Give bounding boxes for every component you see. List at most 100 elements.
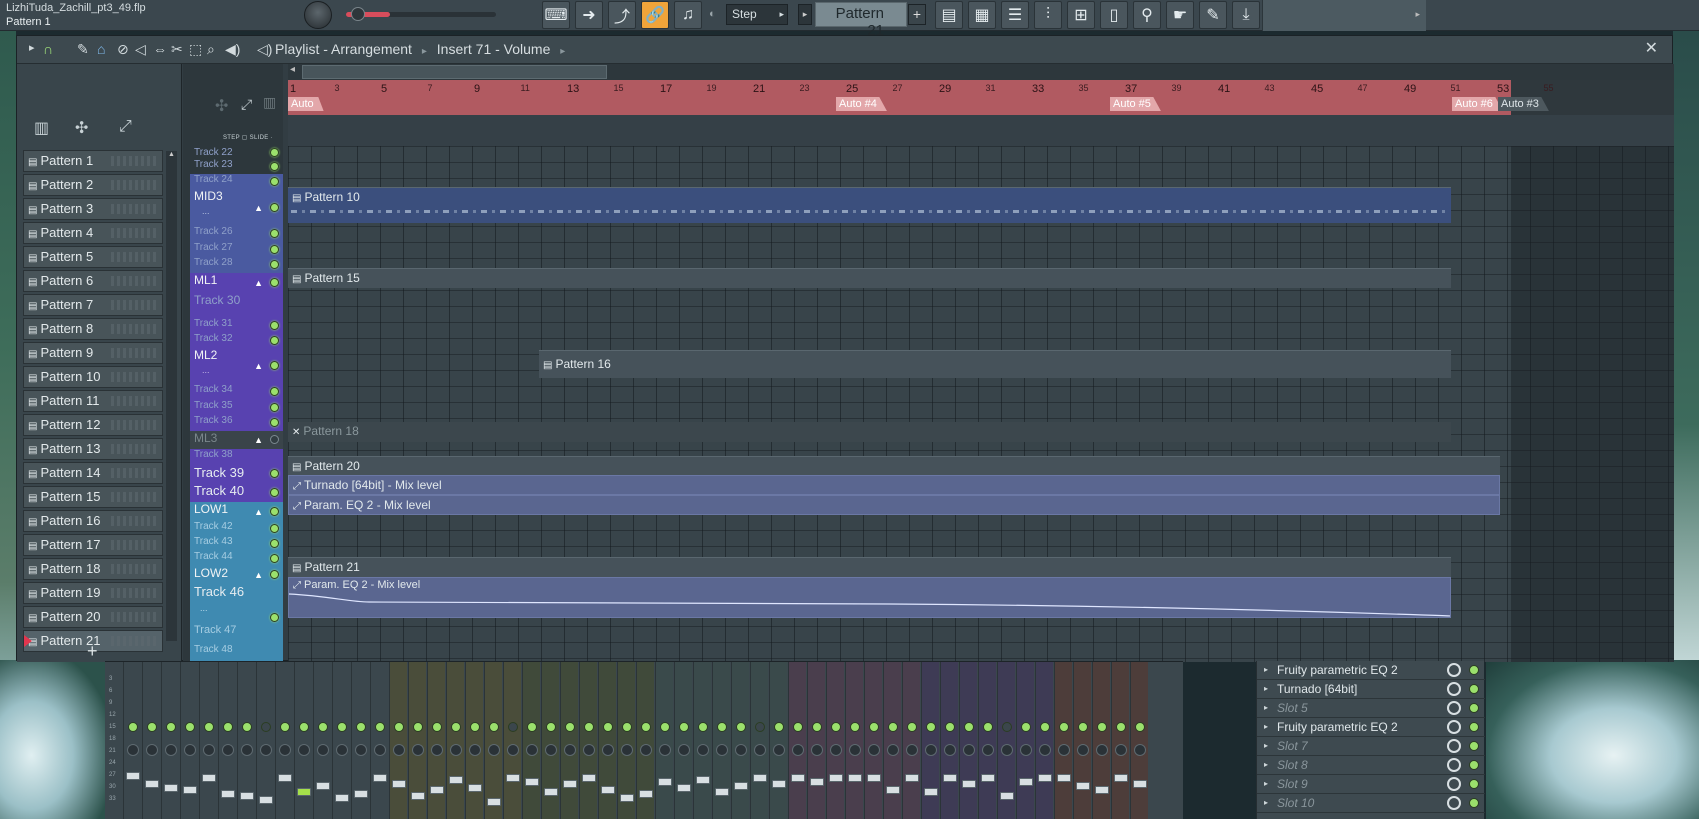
- volume-fader[interactable]: [373, 774, 387, 782]
- mixer-channel-strip[interactable]: [655, 662, 673, 819]
- channel-enable-led[interactable]: [527, 722, 537, 732]
- picker-pattern-item[interactable]: ▤ Pattern 5: [23, 246, 163, 268]
- channel-enable-led[interactable]: [280, 722, 290, 732]
- fx-slot[interactable]: ▸ Fruity parametric EQ 2: [1257, 661, 1485, 680]
- slice-tool-icon[interactable]: ✂: [171, 41, 183, 58]
- slot-menu-arrow-icon[interactable]: ▸: [1264, 756, 1268, 774]
- channel-enable-led[interactable]: [1116, 722, 1126, 732]
- volume-fader[interactable]: [601, 786, 615, 794]
- mixer-channel-strip[interactable]: [142, 662, 160, 819]
- playlist-icon[interactable]: ▤: [935, 1, 963, 29]
- channel-enable-led[interactable]: [774, 722, 784, 732]
- volume-fader[interactable]: [734, 782, 748, 790]
- mixer-channel-strip[interactable]: [731, 662, 749, 819]
- pan-knob[interactable]: [1096, 744, 1108, 756]
- pan-knob[interactable]: [1115, 744, 1127, 756]
- magnet-icon[interactable]: ∩: [43, 41, 53, 57]
- channel-enable-led[interactable]: [204, 722, 214, 732]
- channel-enable-led[interactable]: [812, 722, 822, 732]
- mixer-channel-strip[interactable]: [769, 662, 787, 819]
- mixer-channel-strip[interactable]: [484, 662, 502, 819]
- playback-tool-icon[interactable]: ◀): [225, 41, 240, 58]
- snap-select[interactable]: Step ▸: [726, 4, 788, 25]
- mixer-channel-strip[interactable]: [693, 662, 711, 819]
- track-group-ml2[interactable]: ML2... ▲: [190, 348, 283, 384]
- pan-knob[interactable]: [754, 744, 766, 756]
- browser-icon[interactable]: ⊞: [1067, 1, 1095, 29]
- close-icon[interactable]: ✕: [1645, 38, 1658, 58]
- channel-enable-led[interactable]: [261, 722, 271, 732]
- channel-enable-led[interactable]: [736, 722, 746, 732]
- picker-add-button[interactable]: +: [87, 641, 98, 662]
- track-header[interactable]: Track 27: [190, 242, 283, 257]
- pan-knob[interactable]: [1039, 744, 1051, 756]
- picker-pattern-item[interactable]: ▤ Pattern 2: [23, 174, 163, 196]
- mixer-channel-strip[interactable]: [864, 662, 882, 819]
- picker-scrollbar[interactable]: ▲: [166, 151, 177, 641]
- pan-knob[interactable]: [222, 744, 234, 756]
- picker-pattern-item[interactable]: ▤ Pattern 10: [23, 366, 163, 388]
- mixer-channel-strip[interactable]: [370, 662, 388, 819]
- channel-enable-led[interactable]: [375, 722, 385, 732]
- metronome-icon[interactable]: ♫: [674, 1, 702, 29]
- channel-enable-led[interactable]: [1040, 722, 1050, 732]
- volume-fader[interactable]: [259, 796, 273, 804]
- volume-fader[interactable]: [278, 774, 292, 782]
- volume-fader[interactable]: [772, 780, 786, 788]
- volume-fader[interactable]: [1076, 782, 1090, 790]
- mixer-channel-strip[interactable]: [465, 662, 483, 819]
- pan-knob[interactable]: [469, 744, 481, 756]
- mixer-channel-strip[interactable]: [845, 662, 863, 819]
- track-group-ml3[interactable]: ML3 ▲: [190, 431, 283, 449]
- pattern-prev-button[interactable]: ▸: [798, 4, 812, 25]
- arrow-right-icon[interactable]: ➜: [575, 1, 603, 29]
- channel-enable-led[interactable]: [945, 722, 955, 732]
- picker-pattern-item[interactable]: ▤ Pattern 16: [23, 510, 163, 532]
- pan-knob[interactable]: [583, 744, 595, 756]
- channel-enable-led[interactable]: [755, 722, 765, 732]
- mixer-icon[interactable]: ⫶: [1034, 1, 1062, 29]
- volume-fader[interactable]: [468, 784, 482, 792]
- pan-knob[interactable]: [146, 744, 158, 756]
- mixer-channel-strip[interactable]: [1092, 662, 1110, 819]
- track-header[interactable]: Track 42: [190, 521, 283, 536]
- mixer-channel-strip[interactable]: [978, 662, 996, 819]
- arrangement-grid[interactable]: ◂ 1 3 5 7 9 11 13 15 17 19 21 23 25 27 29 31 33 35 37 39 41 4…: [288, 64, 1674, 662]
- track-group-ml1[interactable]: ML1 ▲: [190, 273, 283, 293]
- channel-enable-led[interactable]: [546, 722, 556, 732]
- track-header[interactable]: Track 43: [190, 536, 283, 551]
- mixer-channel-strip[interactable]: [940, 662, 958, 819]
- volume-fader[interactable]: [1038, 774, 1052, 782]
- channel-enable-led[interactable]: [413, 722, 423, 732]
- slot-enable-led[interactable]: [1469, 779, 1479, 789]
- channel-enable-led[interactable]: [679, 722, 689, 732]
- patterns-tab-icon[interactable]: ▥: [34, 118, 49, 138]
- channel-enable-led[interactable]: [888, 722, 898, 732]
- slip-tool-icon[interactable]: ⇔: [153, 41, 167, 57]
- mixer-channel-strip[interactable]: [921, 662, 939, 819]
- slot-enable-led[interactable]: [1469, 703, 1479, 713]
- volume-fader[interactable]: [582, 774, 596, 782]
- pan-knob[interactable]: [203, 744, 215, 756]
- pan-knob[interactable]: [887, 744, 899, 756]
- fx-slot[interactable]: ▸ Slot 5: [1257, 699, 1485, 718]
- mixer-channel-strip[interactable]: [180, 662, 198, 819]
- picker-pattern-item[interactable]: ▤ Pattern 17: [23, 534, 163, 556]
- mixer-channel-strip[interactable]: [1073, 662, 1091, 819]
- slot-enable-led[interactable]: [1469, 722, 1479, 732]
- volume-fader[interactable]: [1114, 774, 1128, 782]
- track-header[interactable]: Track 47: [190, 624, 283, 644]
- channel-enable-led[interactable]: [983, 722, 993, 732]
- mixer-channel-strip[interactable]: [427, 662, 445, 819]
- volume-fader[interactable]: [316, 782, 330, 790]
- add-pattern-button[interactable]: +: [908, 4, 926, 25]
- pan-knob[interactable]: [1058, 744, 1070, 756]
- select-tool-icon[interactable]: ⬚: [189, 41, 202, 58]
- pan-knob[interactable]: [507, 744, 519, 756]
- pan-knob[interactable]: [811, 744, 823, 756]
- mixer-channel-strip[interactable]: [598, 662, 616, 819]
- volume-fader[interactable]: [696, 776, 710, 784]
- picker-pattern-item[interactable]: ▤ Pattern 13: [23, 438, 163, 460]
- volume-fader[interactable]: [639, 790, 653, 798]
- mixer-channel-strip[interactable]: [522, 662, 540, 819]
